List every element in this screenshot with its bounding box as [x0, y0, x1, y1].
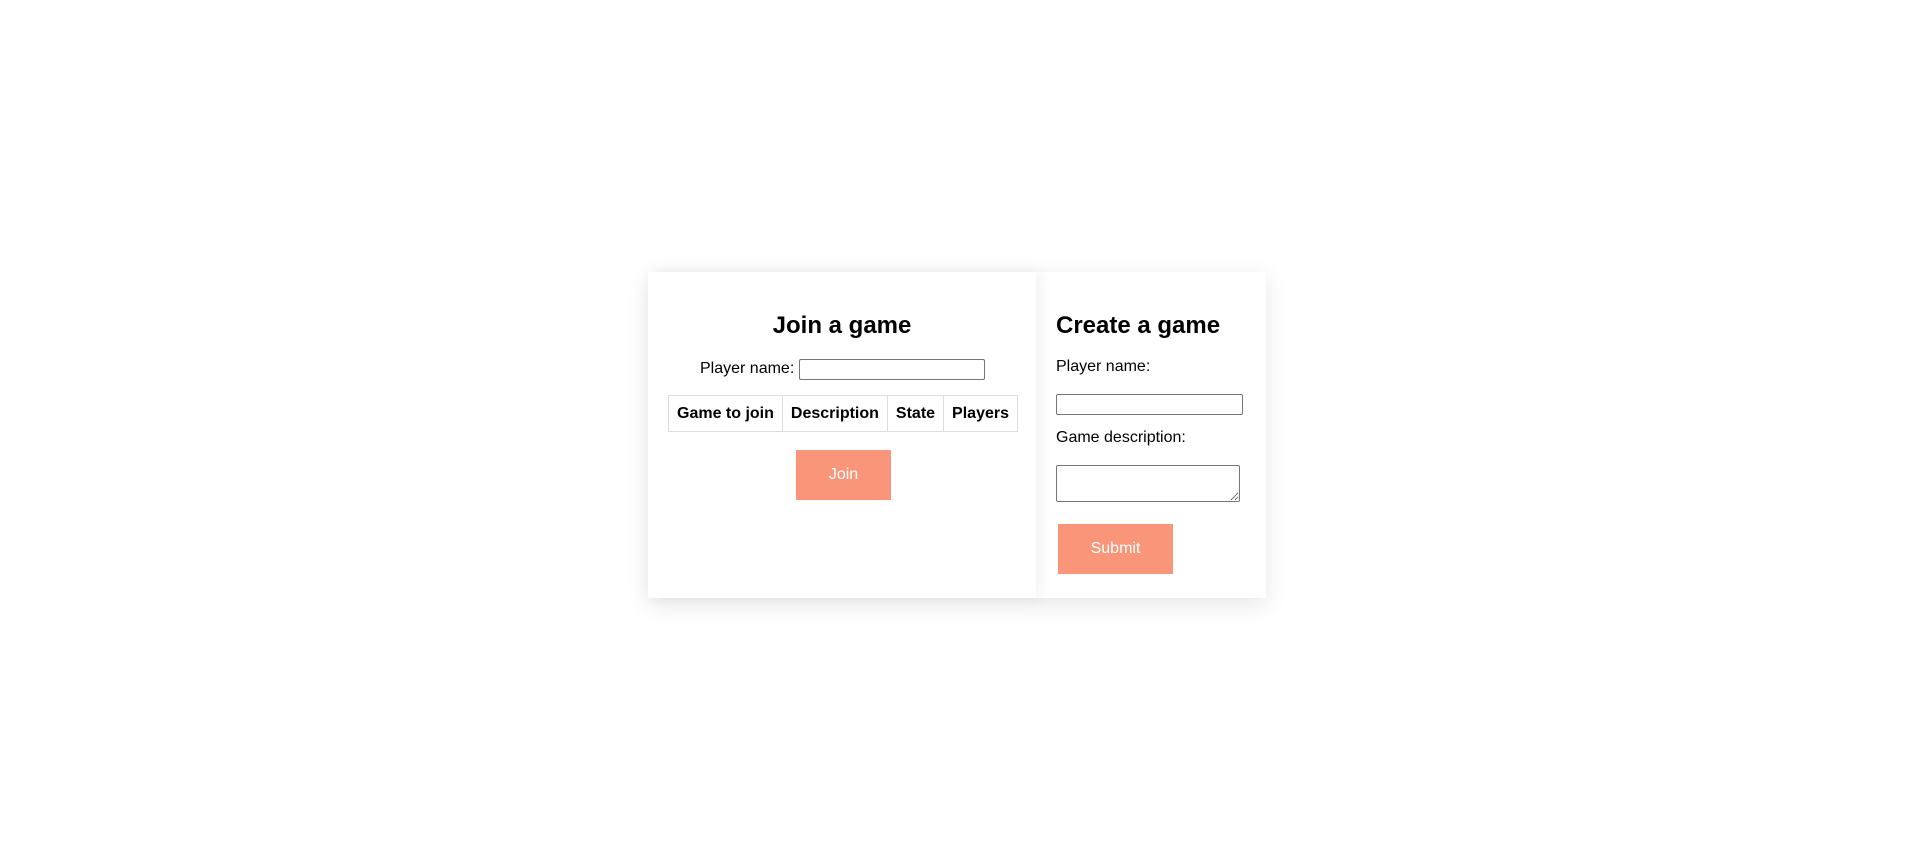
create-game-title: Create a game — [1056, 312, 1221, 339]
create-game-panel: Create a game Player name: Game descript… — [1036, 272, 1266, 598]
column-header-description: Description — [781, 395, 888, 432]
create-player-name-label: Player name: — [1056, 358, 1151, 375]
submit-button[interactable]: Submit — [1058, 524, 1173, 574]
game-description-label: Game description: — [1056, 429, 1186, 446]
join-player-name-row: Player name: — [700, 358, 986, 380]
game-lobby-container: Join a game Player name: Game to join De… — [648, 272, 1266, 598]
game-description-textarea[interactable] — [1056, 465, 1240, 502]
column-header-players: Players — [943, 395, 1018, 432]
create-player-name-input[interactable] — [1056, 394, 1243, 415]
column-header-state: State — [886, 395, 945, 432]
column-header-game-to-join: Game to join — [668, 395, 783, 432]
join-player-name-input[interactable] — [799, 358, 986, 380]
games-table-header: Game to join Description State Players — [668, 395, 1018, 432]
join-player-name-label: Player name: — [700, 360, 795, 377]
games-table: Game to join Description State Players — [668, 395, 1018, 432]
games-table-header-row: Game to join Description State Players — [668, 395, 1018, 432]
join-game-title: Join a game — [772, 312, 912, 339]
join-game-panel: Join a game Player name: Game to join De… — [648, 272, 1036, 598]
join-button[interactable]: Join — [796, 450, 891, 500]
